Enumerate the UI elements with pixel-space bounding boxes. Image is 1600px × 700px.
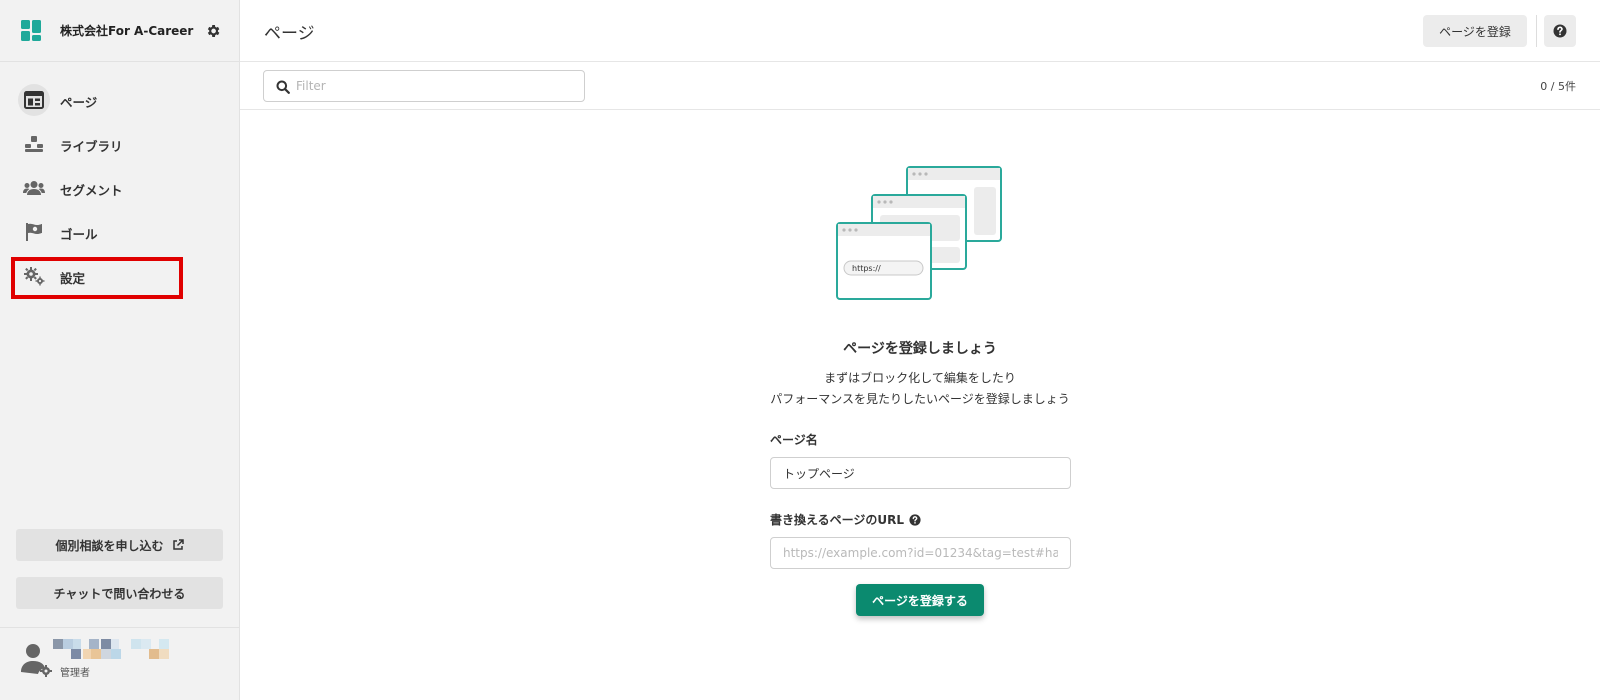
page-name-label: ページ名: [770, 431, 818, 448]
filter-input[interactable]: [296, 76, 576, 96]
page-name-label-text: ページ名: [770, 433, 818, 447]
filter-bar: 0 / 5件: [240, 62, 1600, 110]
url-label: 書き換えるページのURL: [770, 511, 921, 528]
chat-contact-button-label: チャットで問い合わせる: [53, 586, 186, 601]
sidebar-item-label: ページ: [60, 95, 98, 110]
page-layout-icon: [18, 84, 50, 116]
sidebar-item-page[interactable]: ページ: [0, 78, 239, 122]
url-field: [770, 537, 1071, 569]
consult-button[interactable]: 個別相談を申し込む: [16, 529, 223, 561]
library-blocks-icon: [18, 128, 50, 160]
page-name-field: [770, 457, 1071, 489]
sidebar-item-label: ゴール: [60, 227, 98, 242]
gears-icon: [18, 260, 50, 292]
user-name-redacted: [53, 639, 169, 659]
question-circle-icon[interactable]: [909, 513, 921, 526]
sidebar-item-library[interactable]: ライブラリ: [0, 122, 239, 166]
browser-windows-illustration: https://: [836, 166, 1002, 300]
empty-state-title: ページを登録しましょう: [843, 341, 997, 357]
empty-state-description: まずはブロック化して編集をしたり パフォーマンスを見たりしたいページを登録しまし…: [700, 368, 1140, 410]
illustration-url-text: https://: [852, 264, 881, 273]
user-avatar-icon: [21, 644, 52, 677]
divider: [1536, 15, 1537, 47]
sidebar: 株式会社For A-Career ページ ライブラリ セグメント ゴール 設定 …: [0, 0, 240, 700]
sidebar-item-label: 設定: [60, 271, 86, 286]
url-label-text: 書き換えるページのURL: [770, 513, 905, 527]
sidebar-item-label: セグメント: [60, 183, 123, 198]
sidebar-item-label: ライブラリ: [60, 139, 123, 154]
goal-flag-icon: [18, 216, 50, 248]
help-button[interactable]: [1544, 15, 1576, 47]
register-page-submit-button[interactable]: ページを登録する: [856, 584, 984, 616]
consult-button-label: 個別相談を申し込む: [55, 538, 164, 553]
url-input[interactable]: [771, 538, 1070, 568]
org-settings-gear-icon[interactable]: [205, 23, 221, 39]
page-name-input[interactable]: [771, 458, 1070, 488]
question-circle-icon: [1553, 24, 1567, 38]
search-icon: [276, 80, 290, 94]
users-group-icon: [18, 172, 50, 204]
user-area[interactable]: 管理者: [0, 627, 239, 700]
empty-state-desc-line: パフォーマンスを見たりしたいページを登録しましょう: [770, 392, 1070, 406]
register-page-button[interactable]: ページを登録: [1423, 15, 1527, 47]
org-header: 株式会社For A-Career: [0, 0, 239, 62]
filter-box: [263, 70, 585, 102]
sidebar-item-settings[interactable]: 設定: [0, 254, 239, 298]
result-count: 0 / 5件: [1540, 80, 1576, 93]
empty-state-desc-line: まずはブロック化して編集をしたり: [824, 371, 1016, 385]
external-link-icon: [172, 539, 184, 550]
user-role: 管理者: [60, 668, 90, 679]
top-bar: ページ ページを登録: [240, 0, 1600, 62]
org-name: 株式会社For A-Career: [60, 24, 194, 38]
page-title: ページ: [264, 24, 315, 44]
sidebar-item-segment[interactable]: セグメント: [0, 166, 239, 210]
sidebar-nav: ページ ライブラリ セグメント ゴール 設定: [0, 78, 239, 298]
app-logo-icon: [21, 20, 41, 41]
sidebar-item-goal[interactable]: ゴール: [0, 210, 239, 254]
chat-contact-button[interactable]: チャットで問い合わせる: [16, 577, 223, 609]
